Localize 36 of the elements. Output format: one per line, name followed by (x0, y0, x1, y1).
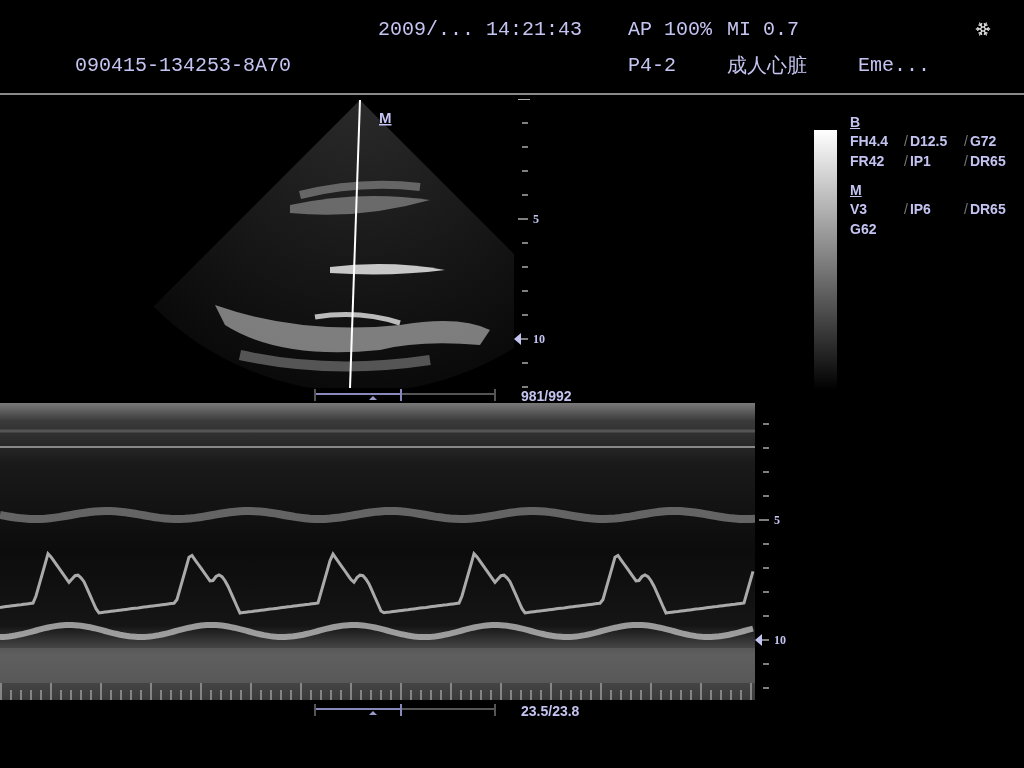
parameter-value: FR42 (850, 152, 885, 171)
depth-label: 5 (774, 513, 780, 527)
parameter-value: V3 (850, 200, 868, 219)
separator-text: / (964, 200, 968, 219)
mode-title: M (850, 181, 862, 199)
mechanical-index-text: MI 0.7 (727, 17, 799, 41)
parameter-value: IP6 (909, 200, 931, 219)
parameter-value: FH4.4 (850, 132, 889, 151)
separator-text: / (964, 132, 968, 151)
cine-scroll-bar[interactable] (313, 388, 499, 403)
parameter-value: DR65 (969, 200, 1006, 219)
patient-id-text: 090415-134253-8A70 (75, 53, 292, 77)
time-text: 14:21:43 (486, 17, 583, 41)
cine-scroll-bar[interactable] (313, 704, 499, 718)
snowflake-icon (975, 21, 991, 37)
exam-type-text: 成人心脏 (727, 53, 807, 79)
parameter-value: IP1 (909, 152, 931, 171)
time-counter: 23.5/23.8 (521, 703, 580, 719)
separator-text: / (904, 200, 908, 219)
parameter-value: G62 (850, 220, 877, 239)
parameter-value: D12.5 (909, 132, 948, 151)
parameter-value: DR65 (969, 152, 1006, 171)
date-text: 2009/... (378, 17, 474, 41)
frame-counter: 981/992 (521, 387, 572, 404)
depth-label: 10 (774, 633, 786, 647)
depth-label: 10 (533, 332, 546, 346)
m-line-marker: M (379, 109, 392, 126)
separator-text: / (904, 152, 908, 171)
operator-text: Eme... (858, 53, 930, 77)
mode-title: B (850, 113, 861, 131)
separator-text: / (904, 132, 908, 151)
probe-text: P4-2 (628, 53, 676, 77)
acoustic-power-text: AP 100% (628, 17, 712, 41)
separator-text: / (964, 152, 968, 171)
parameter-value: G72 (969, 132, 997, 151)
depth-label: 5 (533, 212, 540, 226)
